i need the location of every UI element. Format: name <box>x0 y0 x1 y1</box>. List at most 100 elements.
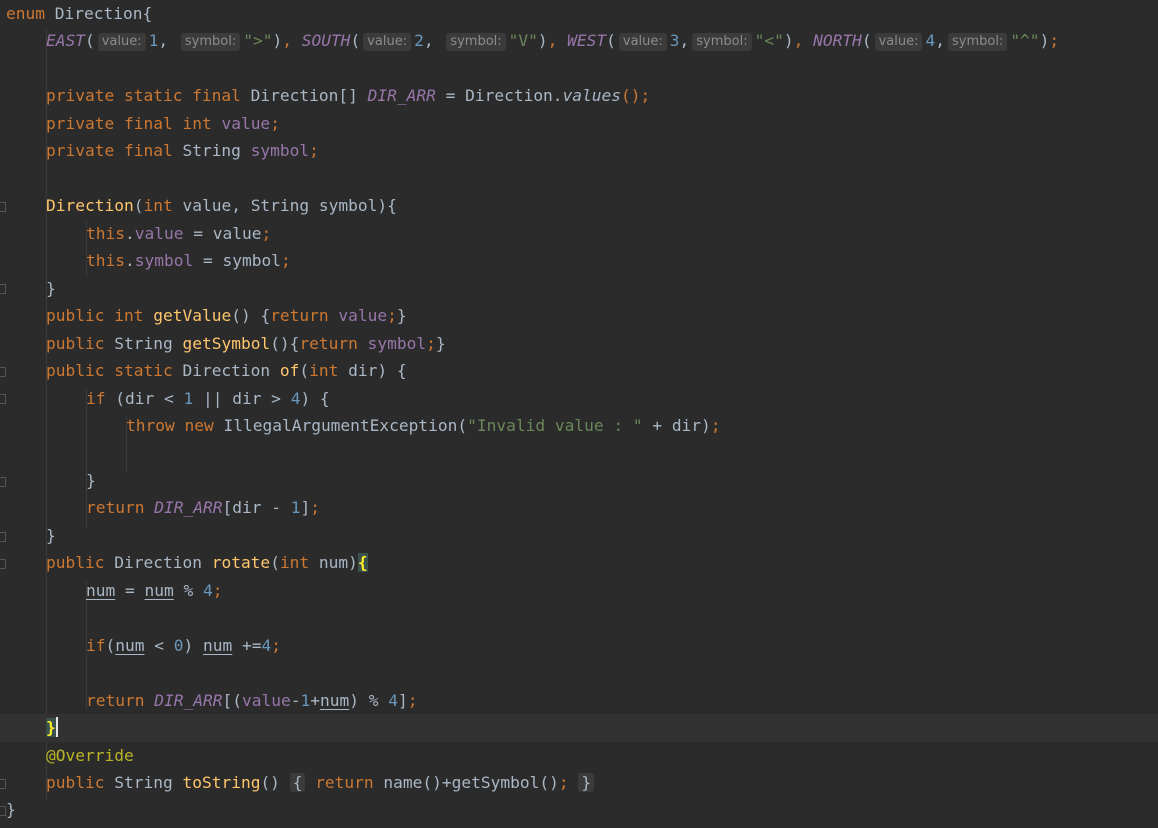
method-name: getSymbol <box>182 334 271 353</box>
keyword-return: return <box>86 691 145 710</box>
string-literal: "Invalid value : " <box>467 416 643 435</box>
semicolon: ; <box>710 416 721 435</box>
method-name: toString <box>182 773 261 792</box>
paren: ( <box>133 196 144 215</box>
fold-marker-icon[interactable] <box>0 394 6 404</box>
string-literal: "^" <box>1010 31 1040 50</box>
type-name: Direction <box>182 361 271 380</box>
code-line-current[interactable]: } <box>0 714 1158 742</box>
semicolon: ; <box>270 114 280 133</box>
code-line-rotate[interactable]: public Direction rotate(int num){ <box>46 549 1158 577</box>
modifiers: public static <box>46 361 173 380</box>
field-ref: value <box>241 691 291 710</box>
type-keyword: int <box>309 361 339 380</box>
param-hint: value: <box>363 33 412 51</box>
code-line-this-symbol[interactable]: this.symbol = symbol; <box>86 247 1158 275</box>
code-line-constructor[interactable]: Direction(int value, String symbol){ <box>46 192 1158 220</box>
param-hint: value: <box>874 33 923 51</box>
comma: , <box>793 31 804 50</box>
code-editor[interactable]: enum Direction{ EAST(value: 1, symbol: ">"… <box>0 0 1158 828</box>
semicolon: ; <box>212 581 223 600</box>
code-line-close-brace[interactable]: } <box>86 467 1158 495</box>
type-keyword: int <box>182 114 212 133</box>
fold-marker-icon[interactable] <box>0 367 6 377</box>
modifiers: public <box>46 553 105 572</box>
semicolon: ; <box>1049 31 1060 50</box>
code-line-override[interactable]: @Override <box>46 742 1158 770</box>
code-line-enum-close[interactable]: } <box>6 796 1158 824</box>
param-hint: symbol: <box>180 33 241 51</box>
code-line-dirarr-field[interactable]: private static final Direction[] DIR_ARR… <box>46 82 1158 110</box>
enum-name: Direction <box>54 4 143 23</box>
paren: ) <box>272 31 283 50</box>
keyword-this: this <box>86 251 125 270</box>
code-line-if[interactable]: if (dir < 1 || dir > 4) { <box>86 385 1158 413</box>
code-line-throw[interactable]: throw new IllegalArgumentException("Inva… <box>126 412 1158 440</box>
code-line-close-brace[interactable]: } <box>46 522 1158 550</box>
string-literal: ">" <box>243 31 273 50</box>
fold-marker-icon[interactable] <box>0 532 6 542</box>
code-text: = value <box>183 224 262 243</box>
comma: , <box>423 31 434 50</box>
number-literal: 1 <box>183 389 194 408</box>
code-line-enum-decl[interactable]: enum Direction{ <box>6 0 1158 28</box>
folded-brace[interactable]: { <box>289 773 306 792</box>
code-line-this-value[interactable]: this.value = value; <box>86 220 1158 248</box>
code-line-tostring[interactable]: public String toString() { return name()… <box>46 769 1158 797</box>
code-line-close-brace[interactable]: } <box>46 275 1158 303</box>
keyword-return: return <box>270 306 329 325</box>
paren: ( <box>270 553 280 572</box>
keyword-return: return <box>315 773 374 792</box>
fold-marker-icon[interactable] <box>0 202 6 212</box>
open-brace: { <box>142 4 153 23</box>
code-line-getvalue[interactable]: public int getValue() {return value;} <box>46 302 1158 330</box>
comma: , <box>158 31 169 50</box>
number-literal: 4 <box>925 31 936 50</box>
paren: ( <box>84 31 95 50</box>
semicolon: ; <box>426 334 436 353</box>
dot: . <box>124 224 135 243</box>
string-literal: "V" <box>508 31 538 50</box>
fold-marker-icon[interactable] <box>0 779 6 789</box>
code-text: num) <box>309 553 358 572</box>
code-text: (){ <box>270 334 300 353</box>
comma: , <box>282 31 292 50</box>
code-text: - <box>290 691 301 710</box>
code-line-if-negative[interactable]: if(num < 0) num +=4; <box>86 632 1158 660</box>
modifiers: private static final <box>46 86 241 105</box>
code-text: += <box>232 636 262 655</box>
code-line-of[interactable]: public static Direction of(int dir) { <box>46 357 1158 385</box>
constant-east: EAST <box>46 31 85 50</box>
exception-type: IllegalArgumentException( <box>223 416 468 435</box>
constant-west: WEST <box>567 31 607 50</box>
type-keyword: int <box>114 306 144 325</box>
fold-marker-icon[interactable] <box>0 284 6 294</box>
constructor-name: Direction <box>46 196 134 215</box>
fold-marker-icon[interactable] <box>0 477 6 487</box>
code-line-value-field[interactable]: private final int value; <box>46 110 1158 138</box>
code-line-symbol-field[interactable]: private final String symbol; <box>46 137 1158 165</box>
type-name: String <box>114 334 173 353</box>
fold-marker-icon[interactable] <box>0 559 6 569</box>
code-text: + <box>310 691 320 710</box>
number-literal: 1 <box>290 498 301 517</box>
code-line-return[interactable]: return DIR_ARR[(value-1+num) % 4]; <box>86 687 1158 715</box>
param-hint: symbol: <box>947 33 1008 51</box>
modifiers: private final <box>46 141 173 160</box>
code-line-getsymbol[interactable]: public String getSymbol(){return symbol;… <box>46 330 1158 358</box>
code-text: () <box>260 773 280 792</box>
number-literal: 4 <box>290 389 301 408</box>
code-line-num-mod[interactable]: num = num % 4; <box>86 577 1158 605</box>
folded-brace[interactable]: } <box>578 773 595 792</box>
code-line-return[interactable]: return DIR_ARR[dir - 1]; <box>86 494 1158 522</box>
code-text: ] <box>397 691 408 710</box>
param-hint: symbol: <box>446 33 506 51</box>
keyword-enum: enum <box>6 4 45 23</box>
semicolon: ; <box>310 498 320 517</box>
text-caret <box>55 717 58 737</box>
modifiers: public <box>46 306 105 325</box>
type-name: String <box>182 141 241 160</box>
keyword-return: return <box>86 498 145 517</box>
code-line-enum-constants[interactable]: EAST(value: 1, symbol: ">"), SOUTH(value: 2… <box>46 27 1158 55</box>
field-ref: symbol <box>134 251 194 270</box>
